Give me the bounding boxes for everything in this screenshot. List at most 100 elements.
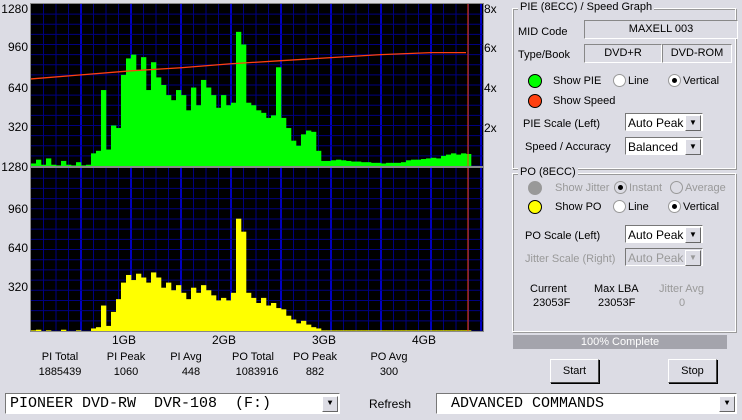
chevron-down-icon[interactable]: ▼ xyxy=(685,227,701,243)
data-bar xyxy=(296,145,302,166)
data-bar xyxy=(381,330,387,331)
data-bar xyxy=(146,90,152,166)
speed-tick: 2x xyxy=(484,121,497,135)
data-bar xyxy=(426,330,432,331)
po-vertical-radio[interactable] xyxy=(668,200,681,213)
speed-accuracy-select[interactable]: Balanced ▼ xyxy=(625,137,703,155)
jitter-average-radio xyxy=(670,181,683,194)
data-bar xyxy=(466,153,472,166)
show-jitter-label: Show Jitter xyxy=(555,182,610,194)
data-bar xyxy=(431,157,437,166)
data-bar xyxy=(391,330,397,331)
data-bar xyxy=(186,299,192,331)
data-bar xyxy=(286,315,292,331)
pie-vertical-radio[interactable] xyxy=(668,74,681,87)
data-bar xyxy=(321,330,327,331)
data-bar xyxy=(416,330,422,331)
data-bar xyxy=(96,327,102,331)
data-bar xyxy=(306,324,312,331)
data-bar xyxy=(231,102,237,166)
show-po-label: Show PO xyxy=(555,201,602,213)
y-tick: 640 xyxy=(7,81,28,95)
data-bar xyxy=(336,330,342,331)
drive-select[interactable]: PIONEER DVD-RW DVR-108 (F:) ▼ xyxy=(5,393,340,414)
data-bar xyxy=(251,105,257,166)
data-bar xyxy=(126,58,132,166)
pie-speed-chart xyxy=(30,3,484,167)
data-bar xyxy=(196,292,202,331)
data-bar xyxy=(411,159,417,166)
data-bar xyxy=(221,95,227,166)
data-bar xyxy=(291,319,297,331)
data-bar xyxy=(126,274,132,331)
data-bar xyxy=(136,69,142,166)
type-book-label: Type/Book xyxy=(518,49,570,61)
data-bar xyxy=(246,102,252,166)
data-bar xyxy=(51,164,57,166)
data-bar xyxy=(296,323,302,331)
data-bar xyxy=(201,285,207,331)
data-bar xyxy=(36,159,42,166)
pie-scale-select[interactable]: Auto Peak ▼ xyxy=(625,113,703,131)
data-bar xyxy=(141,277,147,331)
pie-line-label: Line xyxy=(628,75,649,87)
chevron-down-icon[interactable]: ▼ xyxy=(719,396,735,412)
data-bar xyxy=(346,160,352,166)
data-bar xyxy=(381,163,387,166)
y-tick: 960 xyxy=(7,40,28,54)
show-pie-toggle[interactable] xyxy=(528,74,542,88)
po-line-radio[interactable] xyxy=(613,200,626,213)
data-bar xyxy=(236,218,242,331)
jitter-scale-select: Auto Peak ▼ xyxy=(625,248,703,266)
speed-tick: 8x xyxy=(484,2,497,16)
chevron-down-icon[interactable]: ▼ xyxy=(685,139,701,155)
data-bar xyxy=(426,158,432,166)
data-bar xyxy=(446,330,452,331)
data-bar xyxy=(396,330,402,331)
pie-line-radio[interactable] xyxy=(613,74,626,87)
advanced-commands-select[interactable]: ADVANCED COMMANDS ▼ xyxy=(436,393,737,414)
data-bar xyxy=(161,85,167,166)
po-avg-value: 300 xyxy=(379,366,399,378)
start-button[interactable]: Start xyxy=(550,359,599,383)
refresh-button[interactable]: Refresh xyxy=(369,397,411,411)
data-bar xyxy=(131,280,137,331)
data-bar xyxy=(276,308,282,331)
data-bar xyxy=(326,160,332,166)
data-bar xyxy=(151,272,157,331)
data-bar xyxy=(386,330,392,331)
data-bar xyxy=(461,153,467,166)
data-bar xyxy=(236,31,242,166)
data-bar xyxy=(36,329,42,331)
chevron-down-icon[interactable]: ▼ xyxy=(685,115,701,131)
data-bar xyxy=(301,320,307,331)
show-speed-label: Show Speed xyxy=(553,95,616,107)
data-bar xyxy=(326,330,332,331)
data-bar xyxy=(181,292,187,331)
pi-avg-label: PI Avg xyxy=(170,351,202,363)
show-speed-toggle[interactable] xyxy=(528,94,542,108)
progress-text: 100% Complete xyxy=(580,336,660,348)
po-scale-select[interactable]: Auto Peak ▼ xyxy=(625,225,703,243)
progress-bar: 100% Complete xyxy=(513,335,727,349)
data-bar xyxy=(356,161,362,166)
show-po-toggle[interactable] xyxy=(528,200,542,214)
show-pie-label: Show PIE xyxy=(553,75,602,87)
data-bar xyxy=(226,105,232,166)
data-bar xyxy=(401,162,407,166)
data-bar xyxy=(116,299,122,331)
mid-code-value: MAXELL 003 xyxy=(584,20,738,39)
stop-button[interactable]: Stop xyxy=(668,359,717,383)
data-bar xyxy=(331,160,337,166)
data-bar xyxy=(246,292,252,331)
chevron-down-icon[interactable]: ▼ xyxy=(322,396,338,412)
pi-avg-value: 448 xyxy=(181,366,201,378)
data-bar xyxy=(371,330,377,331)
data-bar xyxy=(321,160,327,166)
data-bar xyxy=(61,160,67,166)
data-bar xyxy=(61,329,67,331)
data-bar xyxy=(96,150,102,166)
data-bar xyxy=(166,95,172,166)
max-lba-value: 23053F xyxy=(598,297,636,309)
pie-scale-value: Auto Peak xyxy=(628,116,684,130)
